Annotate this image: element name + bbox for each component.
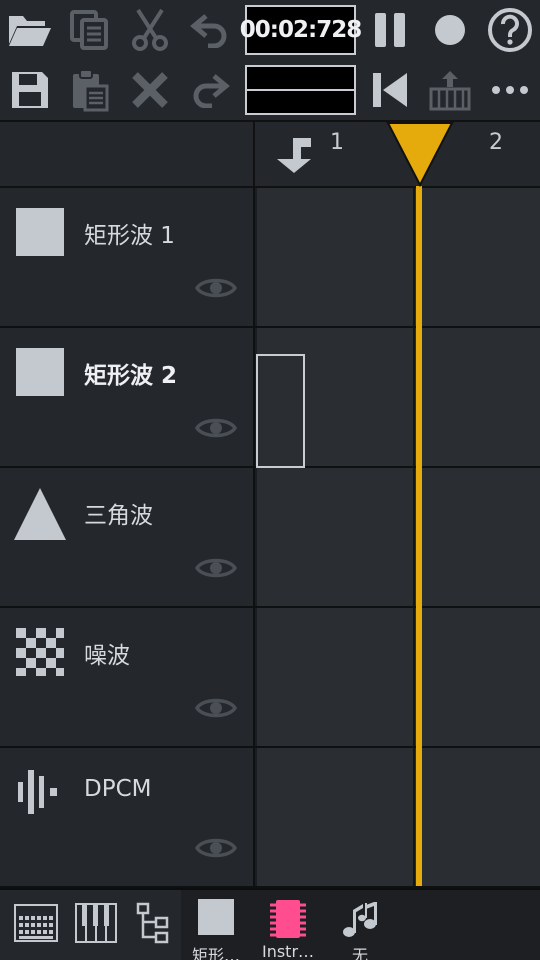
channel-row-triangle[interactable]: 三角波 xyxy=(0,468,540,608)
eye-icon[interactable] xyxy=(194,834,238,866)
channel-name: 三角波 xyxy=(84,503,153,529)
timecode-display: 00:02:728 xyxy=(240,5,362,55)
view-switcher xyxy=(0,890,181,960)
noise-icon xyxy=(14,626,66,678)
sequence-header: 1 2 xyxy=(0,120,540,188)
channel-header[interactable]: 三角波 xyxy=(0,468,255,606)
channel-name: DPCM xyxy=(84,776,152,802)
channel-selector-label: 矩形… xyxy=(191,946,240,960)
oscilloscope-display xyxy=(245,65,356,115)
pattern-cell[interactable] xyxy=(257,608,540,746)
paste-icon[interactable] xyxy=(60,60,120,120)
square-wave-icon xyxy=(14,206,66,258)
eye-icon[interactable] xyxy=(194,414,238,446)
project-explorer-icon[interactable] xyxy=(125,898,181,948)
pattern-cell[interactable] xyxy=(257,468,540,606)
eye-icon[interactable] xyxy=(194,554,238,586)
undo-icon[interactable] xyxy=(180,0,240,60)
more-icon[interactable] xyxy=(480,60,540,120)
pause-icon[interactable] xyxy=(360,0,420,60)
channel-row-dpcm[interactable]: DPCM xyxy=(0,748,540,888)
selection-cursor xyxy=(256,354,305,468)
insert-arrow-icon[interactable] xyxy=(275,134,313,178)
piano-export-icon[interactable] xyxy=(420,60,480,120)
arpeggio-selector-label: 无 xyxy=(351,946,368,960)
channel-name: 矩形波 1 xyxy=(84,223,175,249)
music-notes-icon xyxy=(329,898,391,940)
bottom-bar: 矩形… Instr… 无 xyxy=(0,888,540,960)
save-icon[interactable] xyxy=(0,60,60,120)
bar-number-2: 2 xyxy=(489,130,503,155)
square-wave-icon xyxy=(185,898,247,936)
header-channel-column xyxy=(0,122,255,188)
toolbar: 00:02:728 xyxy=(0,0,540,120)
channel-selector[interactable]: 矩形… xyxy=(185,894,247,960)
help-icon[interactable] xyxy=(480,0,540,60)
channel-name: 矩形波 2 xyxy=(84,363,178,389)
pattern-cell[interactable] xyxy=(257,188,540,326)
piano-roll-icon[interactable] xyxy=(68,898,124,948)
channel-header[interactable]: 矩形波 1 xyxy=(0,188,255,326)
channel-header[interactable]: DPCM xyxy=(0,748,255,886)
delete-icon[interactable] xyxy=(120,60,180,120)
cut-icon[interactable] xyxy=(120,0,180,60)
channel-row-noise[interactable]: 噪波 xyxy=(0,608,540,748)
redo-icon[interactable] xyxy=(180,60,240,120)
instrument-chip-icon xyxy=(257,898,319,940)
eye-icon[interactable] xyxy=(194,274,238,306)
pattern-cell[interactable] xyxy=(257,748,540,886)
open-folder-icon[interactable] xyxy=(0,0,60,60)
channel-name: 噪波 xyxy=(84,643,130,669)
instrument-selector[interactable]: Instr… xyxy=(257,894,319,960)
dpcm-icon xyxy=(14,766,66,818)
copy-icon[interactable] xyxy=(60,0,120,60)
bar-number-1: 1 xyxy=(330,130,344,155)
channel-row-square-1[interactable]: 矩形波 1 xyxy=(0,188,540,328)
channel-header[interactable]: 噪波 xyxy=(0,608,255,746)
record-icon[interactable] xyxy=(420,0,480,60)
eye-icon[interactable] xyxy=(194,694,238,726)
playhead-line[interactable] xyxy=(416,186,422,886)
triangle-wave-icon xyxy=(14,486,66,540)
arpeggio-selector[interactable]: 无 xyxy=(329,894,391,960)
channel-header[interactable]: 矩形波 2 xyxy=(0,328,255,466)
sequencer-view-icon[interactable] xyxy=(8,898,64,948)
playhead-marker-icon[interactable] xyxy=(386,121,454,191)
instrument-selector-label: Instr… xyxy=(261,942,315,960)
square-wave-icon xyxy=(14,346,66,398)
rewind-to-start-icon[interactable] xyxy=(360,60,420,120)
